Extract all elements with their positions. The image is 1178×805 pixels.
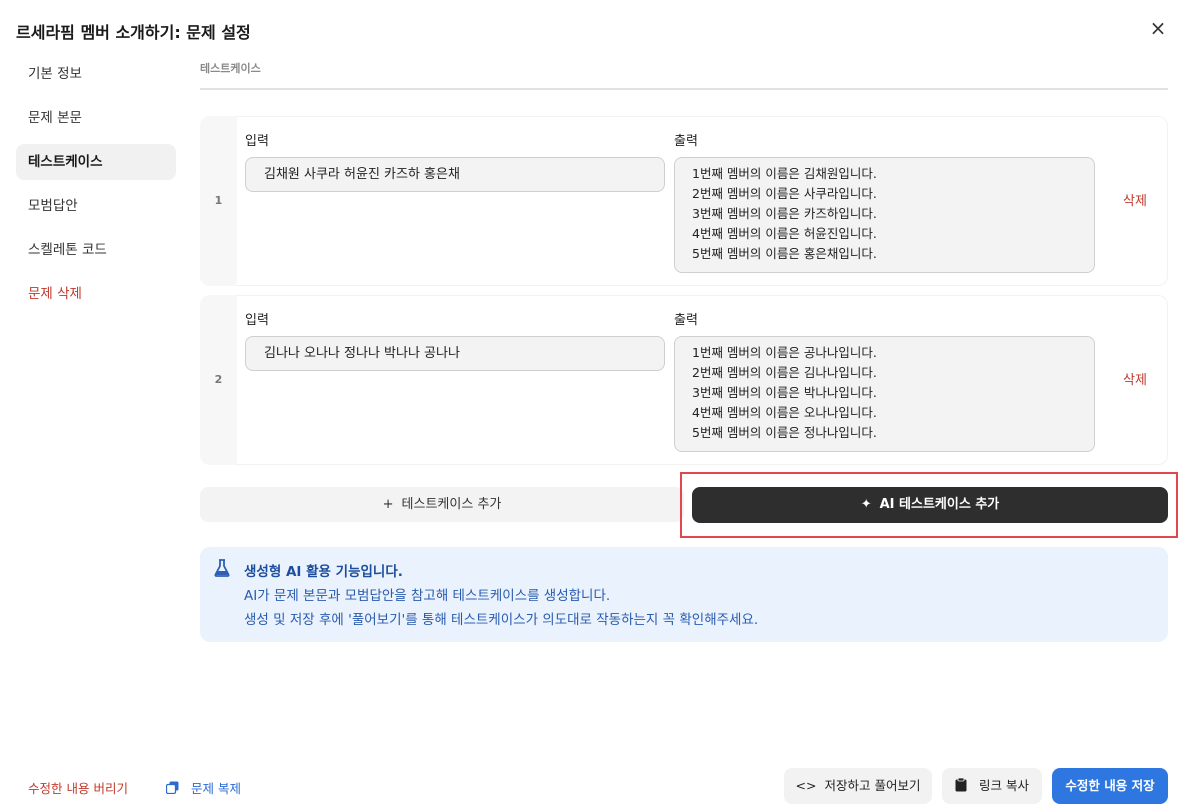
plus-icon: + <box>382 497 394 512</box>
copy-icon <box>165 781 183 796</box>
copy-link-label: 링크 복사 <box>979 778 1029 793</box>
section-label: 테스트케이스 <box>200 62 261 75</box>
output-line: 2번째 멤버의 이름은 김나나입니다. <box>692 365 877 380</box>
output-label: 출력 <box>674 313 698 328</box>
delete-testcase-button[interactable]: 삭제 <box>1123 190 1147 209</box>
input-label: 입력 <box>245 134 269 149</box>
add-testcase-button[interactable]: + 테스트케이스 추가 <box>200 487 684 522</box>
sidebar-item-delete-problem[interactable]: 문제 삭제 <box>16 276 176 312</box>
save-and-preview-label: 저장하고 풀어보기 <box>824 778 921 793</box>
close-icon[interactable]: × <box>1148 17 1168 39</box>
testcase-body: 입력 출력 김나나 오나나 정나나 박나나 공나나 1번째 멤버의 이름은 공나… <box>237 295 1168 465</box>
save-and-preview-button[interactable]: <> 저장하고 풀어보기 <box>784 768 932 804</box>
output-line: 4번째 멤버의 이름은 오나나입니다. <box>692 405 877 420</box>
output-label: 출력 <box>674 134 698 149</box>
sidebar-item-skeleton-code[interactable]: 스켈레톤 코드 <box>16 232 176 268</box>
output-line: 5번째 멤버의 이름은 홍은채입니다. <box>692 246 877 261</box>
testcase-input-field[interactable]: 김채원 사쿠라 허윤진 카즈하 홍은채 <box>245 157 665 192</box>
info-title: 생성형 AI 활용 기능입니다. <box>244 564 403 580</box>
testcase-number: 2 <box>214 373 223 386</box>
duplicate-problem-label: 문제 복제 <box>190 781 241 796</box>
sidebar-item-basic-info[interactable]: 기본 정보 <box>16 56 176 92</box>
output-line: 2번째 멤버의 이름은 사쿠라입니다. <box>692 186 877 201</box>
flask-icon <box>214 559 230 581</box>
duplicate-problem-button[interactable]: 문제 복제 <box>165 778 241 797</box>
testcase-output-field[interactable]: 1번째 멤버의 이름은 김채원입니다. 2번째 멤버의 이름은 사쿠라입니다. … <box>674 157 1095 273</box>
settings-sidebar: 기본 정보 문제 본문 테스트케이스 모범답안 스켈레톤 코드 문제 삭제 <box>16 56 176 320</box>
delete-testcase-button[interactable]: 삭제 <box>1123 369 1147 388</box>
testcase-number: 1 <box>214 194 223 207</box>
output-line: 3번째 멤버의 이름은 박나나입니다. <box>692 385 877 400</box>
ai-add-testcase-label: AI 테스트케이스 추가 <box>879 497 1000 512</box>
copy-link-button[interactable]: 링크 복사 <box>942 768 1042 804</box>
sidebar-item-testcases[interactable]: 테스트케이스 <box>16 144 176 180</box>
output-line: 1번째 멤버의 이름은 김채원입니다. <box>692 166 877 181</box>
section-divider <box>200 88 1168 90</box>
clipboard-icon <box>955 777 971 793</box>
sidebar-item-problem-body[interactable]: 문제 본문 <box>16 100 176 136</box>
info-line: AI가 문제 본문과 모범답안을 참고해 테스트케이스를 생성합니다. <box>244 588 611 604</box>
dialog-title: 르세라핌 멤버 소개하기: 문제 설정 <box>16 23 251 42</box>
output-line: 3번째 멤버의 이름은 카즈하입니다. <box>692 206 877 221</box>
testcase-output-field[interactable]: 1번째 멤버의 이름은 공나나입니다. 2번째 멤버의 이름은 김나나입니다. … <box>674 336 1095 452</box>
code-icon: <> <box>795 778 817 793</box>
ai-info-banner: 생성형 AI 활용 기능입니다. AI가 문제 본문과 모범답안을 참고해 테스… <box>200 547 1168 642</box>
discard-changes-button[interactable]: 수정한 내용 버리기 <box>28 778 128 797</box>
testcase-body: 입력 출력 김채원 사쿠라 허윤진 카즈하 홍은채 1번째 멤버의 이름은 김채… <box>237 116 1168 286</box>
testcase-card-1: 1 입력 출력 김채원 사쿠라 허윤진 카즈하 홍은채 1번째 멤버의 이름은 … <box>200 116 1168 286</box>
info-line: 생성 및 저장 후에 '풀어보기'를 통해 테스트케이스가 의도대로 작동하는지… <box>244 612 759 628</box>
input-label: 입력 <box>245 313 269 328</box>
save-changes-button[interactable]: 수정한 내용 저장 <box>1052 768 1168 804</box>
ai-add-testcase-button[interactable]: ✦ AI 테스트케이스 추가 <box>692 487 1168 523</box>
testcase-card-2: 2 입력 출력 김나나 오나나 정나나 박나나 공나나 1번째 멤버의 이름은 … <box>200 295 1168 465</box>
output-line: 1번째 멤버의 이름은 공나나입니다. <box>692 345 877 360</box>
output-line: 4번째 멤버의 이름은 허윤진입니다. <box>692 226 877 241</box>
sparkle-icon: ✦ <box>860 497 872 512</box>
output-line: 5번째 멤버의 이름은 정나나입니다. <box>692 425 877 440</box>
sidebar-item-model-answer[interactable]: 모범답안 <box>16 188 176 224</box>
add-testcase-label: 테스트케이스 추가 <box>401 497 502 512</box>
testcase-input-field[interactable]: 김나나 오나나 정나나 박나나 공나나 <box>245 336 665 371</box>
